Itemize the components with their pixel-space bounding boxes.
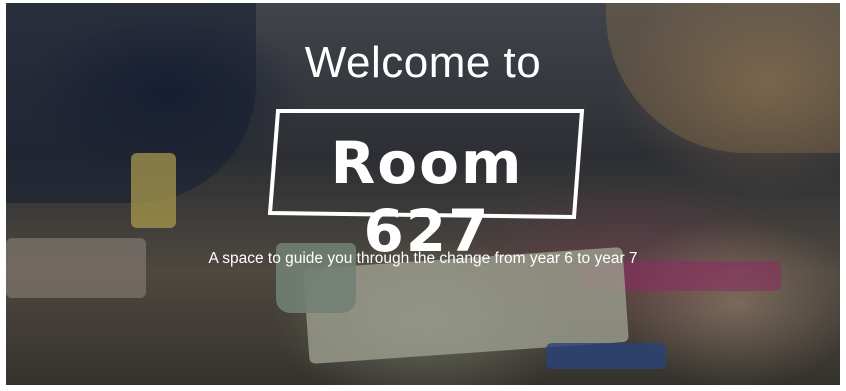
logo-text: Room 627 [330,129,524,265]
room-logo: Room 627 [268,109,586,265]
welcome-heading: Welcome to [304,38,542,87]
hero-tagline: A space to guide you through the change … [208,250,638,267]
